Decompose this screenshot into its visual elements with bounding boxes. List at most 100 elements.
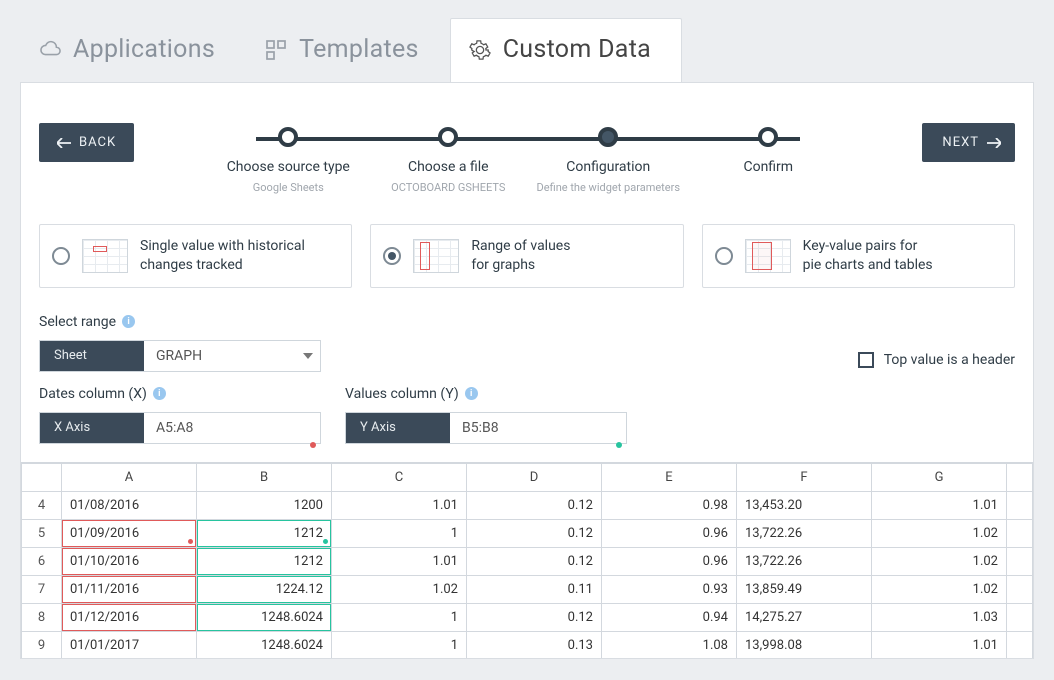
table-row[interactable]: 901/01/20171248.602410.131.0813,998.081.… <box>22 631 1033 658</box>
table-row[interactable]: 801/12/20161248.602410.120.9414,275.271.… <box>22 603 1033 631</box>
cell[interactable]: 1.01 <box>872 631 1007 658</box>
grid-icon <box>265 39 287 61</box>
cell[interactable]: 13,453.20 <box>737 491 872 519</box>
cell[interactable]: 01/11/2016 <box>62 575 197 603</box>
cell[interactable]: 1.02 <box>872 547 1007 575</box>
cell[interactable]: 1.01 <box>332 491 467 519</box>
col-header[interactable]: G <box>872 463 1007 491</box>
cell[interactable]: 13,722.26 <box>737 547 872 575</box>
cell[interactable]: 13,859.49 <box>737 575 872 603</box>
cell[interactable]: 1248.6024 <box>197 603 332 631</box>
top-header-checkbox[interactable]: Top value is a header <box>858 352 1015 372</box>
radio-icon <box>52 247 70 265</box>
cell[interactable]: 1.03 <box>872 603 1007 631</box>
cell[interactable]: 0.12 <box>467 547 602 575</box>
x-axis-block: Dates column (X) i X Axis A5:A8 <box>39 386 321 444</box>
choice-range[interactable]: Range of valuesfor graphs <box>370 224 683 288</box>
step-confirm[interactable]: Confirm <box>688 127 848 194</box>
col-header[interactable]: A <box>62 463 197 491</box>
cell[interactable]: 01/12/2016 <box>62 603 197 631</box>
cell[interactable]: 1.02 <box>872 575 1007 603</box>
step-sub: OCTOBOARD GSHEETS <box>368 181 528 194</box>
table-row[interactable]: 701/11/20161224.121.020.110.9313,859.491… <box>22 575 1033 603</box>
cell[interactable]: 0.98 <box>602 491 737 519</box>
arrow-left-icon <box>57 138 71 148</box>
dates-column-label: Dates column (X) i <box>39 386 321 402</box>
choice-single-value[interactable]: Single value with historicalchanges trac… <box>39 224 352 288</box>
next-button[interactable]: NEXT <box>922 123 1015 162</box>
info-icon[interactable]: i <box>122 315 135 328</box>
table-row[interactable]: 601/10/201612121.010.120.9613,722.261.02 <box>22 547 1033 575</box>
cell[interactable]: 01/09/2016 <box>62 519 197 547</box>
select-range-label: Select range i <box>39 314 321 330</box>
step-configuration[interactable]: Configuration Define the widget paramete… <box>528 127 688 194</box>
cell[interactable]: 1212 <box>197 547 332 575</box>
back-button[interactable]: BACK <box>39 123 134 162</box>
cell[interactable]: 0.94 <box>602 603 737 631</box>
cloud-icon <box>39 39 61 61</box>
tab-custom-data[interactable]: Custom Data <box>450 18 682 82</box>
row-number[interactable]: 8 <box>22 603 62 631</box>
table-row[interactable]: 401/08/201612001.010.120.9813,453.201.01 <box>22 491 1033 519</box>
step-source-type[interactable]: Choose source type Google Sheets <box>208 127 368 194</box>
cell[interactable]: 0.12 <box>467 603 602 631</box>
col-header[interactable]: B <box>197 463 332 491</box>
cell[interactable]: 0.96 <box>602 519 737 547</box>
cell[interactable]: 01/01/2017 <box>62 631 197 658</box>
table-row[interactable]: 501/09/2016121210.120.9613,722.261.02 <box>22 519 1033 547</box>
choice-key-value[interactable]: Key-value pairs forpie charts and tables <box>702 224 1015 288</box>
col-header[interactable]: F <box>737 463 872 491</box>
spreadsheet-preview[interactable]: A B C D E F G 401/08/201612001.010.120.9… <box>21 462 1033 658</box>
column-header-row: A B C D E F G <box>22 463 1033 491</box>
step-choose-file[interactable]: Choose a file OCTOBOARD GSHEETS <box>368 127 528 194</box>
row-number[interactable]: 6 <box>22 547 62 575</box>
row-number[interactable]: 4 <box>22 491 62 519</box>
tab-label: Templates <box>299 35 419 64</box>
info-icon[interactable]: i <box>465 387 478 400</box>
y-axis-input[interactable]: Y Axis B5:B8 <box>345 412 627 444</box>
cell[interactable]: 1.02 <box>332 575 467 603</box>
cell[interactable]: 1.08 <box>602 631 737 658</box>
x-axis-cap: X Axis <box>40 413 144 443</box>
cell[interactable]: 1 <box>332 631 467 658</box>
cell[interactable]: 1212 <box>197 519 332 547</box>
cell[interactable]: 1.02 <box>872 519 1007 547</box>
cell[interactable]: 0.96 <box>602 547 737 575</box>
cell[interactable]: 0.13 <box>467 631 602 658</box>
tab-applications[interactable]: Applications <box>20 18 246 82</box>
cell[interactable]: 1 <box>332 603 467 631</box>
cell[interactable]: 1224.12 <box>197 575 332 603</box>
gear-icon <box>469 39 491 61</box>
cell[interactable]: 0.11 <box>467 575 602 603</box>
x-indicator-dot <box>310 442 316 448</box>
cell[interactable]: 1 <box>332 519 467 547</box>
cell[interactable]: 0.93 <box>602 575 737 603</box>
arrow-right-icon <box>987 138 1001 148</box>
choice-text: Key-value pairs forpie charts and tables <box>803 237 933 275</box>
cell[interactable]: 01/10/2016 <box>62 547 197 575</box>
cell[interactable]: 1.01 <box>872 491 1007 519</box>
choice-text: Single value with historicalchanges trac… <box>140 237 305 275</box>
cell[interactable]: 1200 <box>197 491 332 519</box>
row-number[interactable]: 9 <box>22 631 62 658</box>
cell[interactable]: 1.01 <box>332 547 467 575</box>
row-number[interactable]: 7 <box>22 575 62 603</box>
info-icon[interactable]: i <box>153 387 166 400</box>
tab-templates[interactable]: Templates <box>246 18 450 82</box>
col-header[interactable]: D <box>467 463 602 491</box>
cell[interactable]: 13,722.26 <box>737 519 872 547</box>
cell[interactable]: 0.12 <box>467 519 602 547</box>
cell[interactable]: 14,275.27 <box>737 603 872 631</box>
step-title: Configuration <box>528 159 688 175</box>
cell[interactable]: 0.12 <box>467 491 602 519</box>
cell[interactable]: 13,998.08 <box>737 631 872 658</box>
col-header[interactable]: E <box>602 463 737 491</box>
cell[interactable]: 01/08/2016 <box>62 491 197 519</box>
cell[interactable]: 1248.6024 <box>197 631 332 658</box>
col-header[interactable]: C <box>332 463 467 491</box>
row-number[interactable]: 5 <box>22 519 62 547</box>
sheet-select[interactable]: Sheet GRAPH <box>39 340 321 372</box>
y-axis-value: B5:B8 <box>450 413 626 443</box>
x-axis-input[interactable]: X Axis A5:A8 <box>39 412 321 444</box>
radio-icon <box>715 247 733 265</box>
